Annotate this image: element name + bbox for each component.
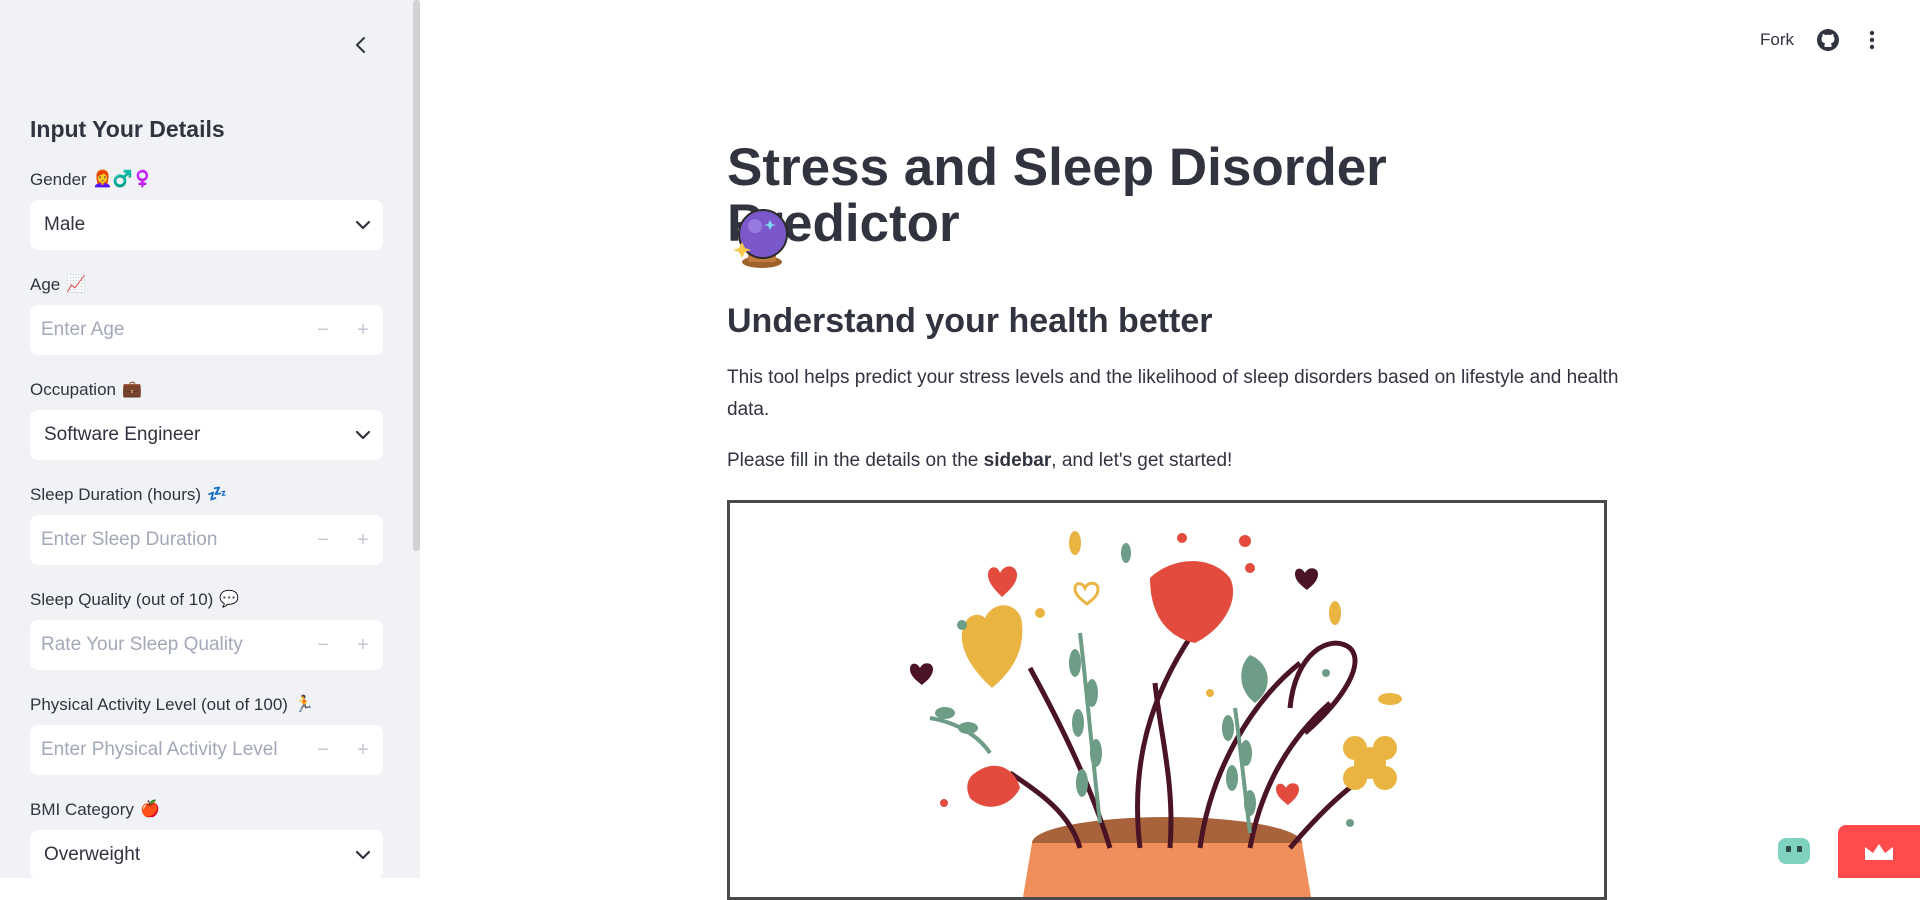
sleep-duration-emoji: 💤	[207, 486, 227, 503]
sleep-quality-label-text: Sleep Quality (out of 10)	[30, 590, 214, 609]
instructions-text: Please fill in the details on the sideba…	[727, 450, 1232, 472]
sleep-quality-emoji: 💬	[219, 591, 240, 608]
fork-button[interactable]: Fork	[1760, 30, 1794, 50]
instructions-bold: sidebar	[983, 450, 1052, 471]
occupation-emoji: 💼	[122, 381, 142, 398]
sleep-duration-increment-button[interactable]: +	[343, 515, 383, 565]
sleep-duration-decrement-button[interactable]: −	[303, 515, 343, 565]
occupation-select[interactable]: Software Engineer	[30, 410, 383, 460]
gender-label-text: Gender	[30, 170, 87, 189]
gender-select[interactable]: Male	[30, 200, 383, 250]
bmi-select-value: Overweight	[44, 844, 141, 865]
age-label-text: Age	[30, 275, 61, 294]
collapse-sidebar-button[interactable]	[348, 30, 374, 60]
physical-activity-input[interactable]: Enter Physical Activity Level	[30, 739, 303, 761]
occupation-select-value: Software Engineer	[44, 424, 201, 445]
subheading: Understand your health better	[727, 302, 1213, 340]
sleep-quality-label: Sleep Quality (out of 10) 💬	[30, 590, 239, 610]
age-decrement-button[interactable]: −	[303, 305, 343, 355]
instructions-suffix: , and let's get started!	[1051, 450, 1233, 471]
gender-emoji: 👩‍🦰♂️♀️	[92, 171, 153, 188]
occupation-label-text: Occupation	[30, 380, 116, 399]
sidebar: Input Your Details Gender 👩‍🦰♂️♀️ Male A…	[0, 0, 420, 880]
gender-label: Gender 👩‍🦰♂️♀️	[30, 170, 152, 190]
crown-button[interactable]	[1838, 825, 1920, 878]
sleep-duration-label: Sleep Duration (hours) 💤	[30, 485, 227, 505]
physical-activity-label: Physical Activity Level (out of 100) 🏃	[30, 695, 314, 715]
sidebar-scrollbar[interactable]	[413, 0, 420, 551]
sleep-duration-label-text: Sleep Duration (hours)	[30, 485, 202, 504]
sleep-duration-number-input: Enter Sleep Duration − +	[30, 515, 383, 565]
bmi-label-text: BMI Category	[30, 800, 134, 819]
age-emoji: 📈	[66, 276, 87, 293]
bmi-label: BMI Category 🍎	[30, 800, 160, 820]
sleep-quality-number-input: Rate Your Sleep Quality − +	[30, 620, 383, 670]
crown-icon	[1865, 843, 1893, 860]
crystal-ball-icon	[730, 206, 792, 270]
page-title: Stress and Sleep Disorder Predictor	[727, 138, 1387, 253]
sleep-duration-input[interactable]: Enter Sleep Duration	[30, 529, 303, 551]
occupation-label: Occupation 💼	[30, 380, 142, 400]
physical-activity-increment-button[interactable]: +	[343, 725, 383, 775]
sidebar-title: Input Your Details	[30, 116, 225, 142]
chevron-down-icon	[343, 830, 383, 880]
flower-illustration	[727, 500, 1607, 900]
sleep-quality-decrement-button[interactable]: −	[303, 620, 343, 670]
chevron-down-icon	[343, 200, 383, 250]
chevron-left-icon	[356, 37, 365, 53]
physical-activity-emoji: 🏃	[293, 696, 314, 713]
more-vertical-icon[interactable]	[1862, 28, 1882, 52]
sleep-quality-increment-button[interactable]: +	[343, 620, 383, 670]
age-number-input: Enter Age − +	[30, 305, 383, 355]
bot-icon[interactable]	[1776, 836, 1812, 866]
physical-activity-label-text: Physical Activity Level (out of 100)	[30, 695, 288, 714]
description-text: This tool helps predict your stress leve…	[727, 367, 1619, 420]
age-input[interactable]: Enter Age	[30, 319, 303, 341]
sleep-quality-input[interactable]: Rate Your Sleep Quality	[30, 634, 303, 656]
github-icon[interactable]	[1816, 28, 1840, 52]
age-label: Age 📈	[30, 275, 86, 295]
instructions-prefix: Please fill in the details on the	[727, 450, 984, 471]
physical-activity-decrement-button[interactable]: −	[303, 725, 343, 775]
age-increment-button[interactable]: +	[343, 305, 383, 355]
bmi-select[interactable]: Overweight	[30, 830, 383, 880]
physical-activity-number-input: Enter Physical Activity Level − +	[30, 725, 383, 775]
gender-select-value: Male	[44, 214, 86, 235]
bmi-emoji: 🍎	[139, 801, 160, 818]
chevron-down-icon	[343, 410, 383, 460]
